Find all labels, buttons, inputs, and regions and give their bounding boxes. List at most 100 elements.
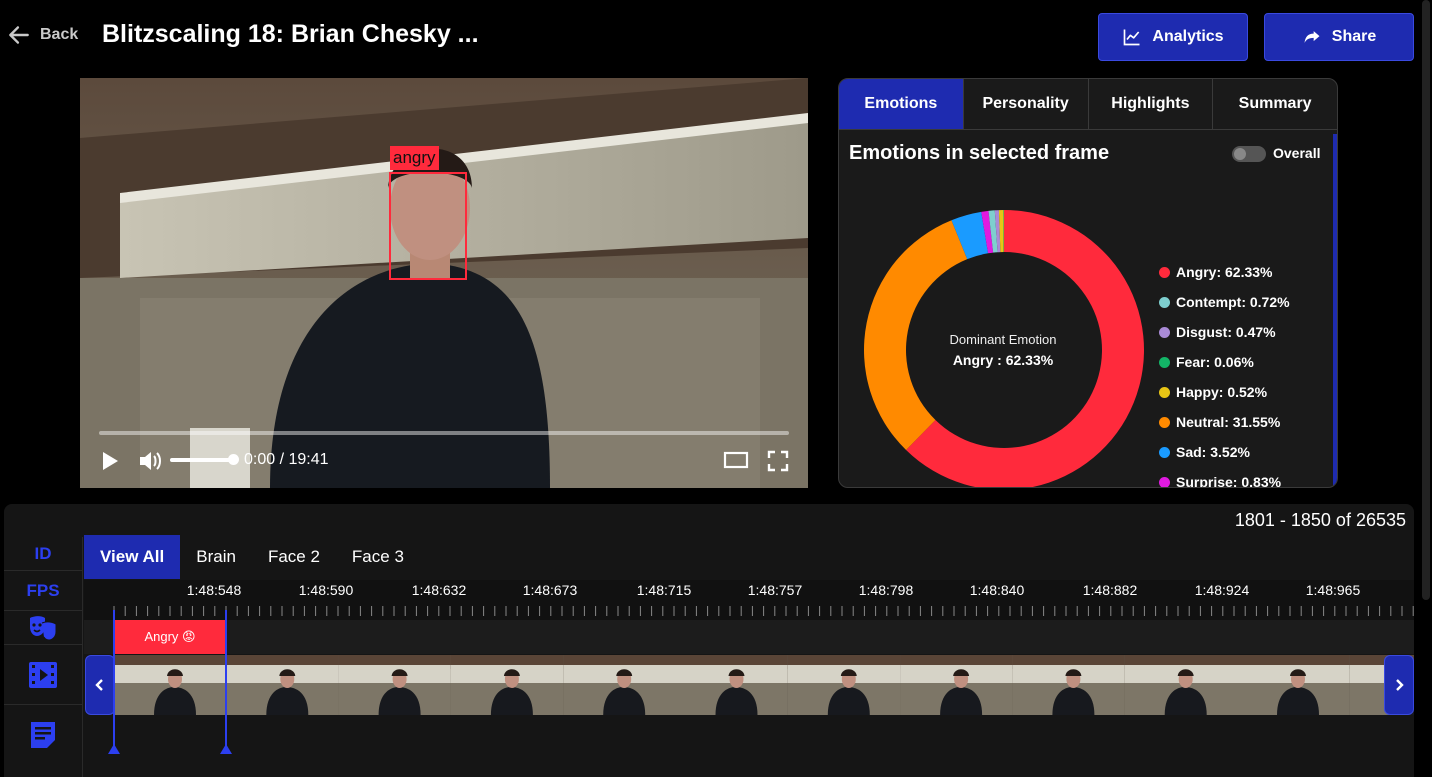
frames-prev-button[interactable] xyxy=(85,655,115,715)
emotion-row-button[interactable] xyxy=(4,611,82,645)
page-title: Blitzscaling 18: Brian Chesky ... xyxy=(102,20,479,48)
emotion-track: Angry 😡 xyxy=(84,620,1414,654)
legend-label: Fear: 0.06% xyxy=(1176,354,1254,370)
frame-thumbnail xyxy=(787,655,901,715)
range-start-handle[interactable] xyxy=(108,744,120,754)
overall-toggle-label: Overall xyxy=(1273,145,1321,161)
tick-label: 1:48:798 xyxy=(858,582,914,598)
notes-row-button[interactable] xyxy=(4,705,82,765)
frame-thumbnail xyxy=(226,655,339,715)
frames-row-button[interactable] xyxy=(4,645,82,705)
chevron-right-icon xyxy=(1396,679,1404,691)
legend-label: Surprise: 0.83% xyxy=(1176,474,1282,488)
time-ruler[interactable]: 1:48:548 1:48:590 1:48:632 1:48:673 1:48… xyxy=(84,580,1414,620)
back-label: Back xyxy=(40,26,79,43)
analysis-tabs: Emotions Personality Highlights Summary xyxy=(839,79,1337,130)
emotion-segment[interactable]: Angry 😡 xyxy=(114,620,226,654)
analytics-label: Analytics xyxy=(1152,28,1224,45)
frame-thumbnail xyxy=(1124,655,1237,715)
volume-slider[interactable] xyxy=(170,458,234,462)
legend-item-happy: Happy: 0.52% xyxy=(1159,377,1290,407)
back-button[interactable]: Back xyxy=(6,22,78,48)
volume-knob[interactable] xyxy=(228,454,239,465)
legend-item-angry: Angry: 62.33% xyxy=(1159,257,1290,287)
share-icon xyxy=(1304,31,1320,43)
tab-face-3[interactable]: Face 3 xyxy=(336,535,420,579)
notes-icon xyxy=(31,722,55,748)
analytics-button[interactable]: Analytics xyxy=(1098,13,1248,61)
tick-label: 1:48:924 xyxy=(1194,582,1250,598)
tab-personality[interactable]: Personality xyxy=(964,79,1089,129)
legend-item-neutral: Neutral: 31.55% xyxy=(1159,407,1290,437)
toggle-knob xyxy=(1234,148,1246,160)
play-icon[interactable] xyxy=(100,450,120,472)
range-end-handle[interactable] xyxy=(220,744,232,754)
volume-icon[interactable] xyxy=(138,450,162,472)
range-start-marker[interactable] xyxy=(113,610,115,750)
tick-label: 1:48:673 xyxy=(522,582,578,598)
legend-item-disgust: Disgust: 0.47% xyxy=(1159,317,1290,347)
tick-label: 1:48:882 xyxy=(1082,582,1138,598)
tab-view-all[interactable]: View All xyxy=(84,535,181,579)
legend-dot xyxy=(1159,386,1170,398)
arrow-left-icon xyxy=(9,26,29,44)
film-icon xyxy=(29,661,57,688)
share-button[interactable]: Share xyxy=(1264,13,1414,61)
legend-label: Contempt: 0.72% xyxy=(1176,294,1290,310)
pagination-info: 1801 - 1850 of 26535 xyxy=(1234,510,1406,530)
ruler-ticks xyxy=(113,606,1414,616)
id-button[interactable]: ID xyxy=(4,537,82,571)
tick-label: 1:48:840 xyxy=(969,582,1025,598)
range-end-marker[interactable] xyxy=(225,610,227,750)
timeline-tabs: View All Brain Face 2 Face 3 xyxy=(84,535,420,579)
tick-label: 1:48:590 xyxy=(298,582,354,598)
legend-dot xyxy=(1159,266,1170,278)
legend-label: Neutral: 31.55% xyxy=(1176,414,1281,430)
video-player[interactable]: angry 0:00 / 19:41 xyxy=(80,78,808,488)
panel-scrollbar[interactable] xyxy=(1333,134,1337,487)
panel-title: Emotions in selected frame xyxy=(849,142,1110,164)
dominant-emotion-label: Dominant Emotion xyxy=(949,332,1057,347)
legend-dot xyxy=(1159,326,1170,338)
legend-item-surprise: Surprise: 0.83% xyxy=(1159,467,1290,488)
fps-button[interactable]: FPS xyxy=(4,571,82,611)
frame-thumbnail xyxy=(1012,655,1125,715)
frame-thumbnails[interactable] xyxy=(84,655,1414,715)
legend-label: Happy: 0.52% xyxy=(1176,384,1268,400)
page-scrollbar[interactable] xyxy=(1422,0,1430,600)
fullscreen-icon[interactable] xyxy=(767,450,789,472)
tab-face-2[interactable]: Face 2 xyxy=(252,535,336,579)
video-frame xyxy=(80,78,808,488)
line-chart-icon xyxy=(1124,29,1140,46)
face-emotion-tag: angry xyxy=(390,146,439,170)
tick-label: 1:48:757 xyxy=(747,582,803,598)
legend-dot xyxy=(1159,416,1170,428)
video-time: 0:00 / 19:41 xyxy=(244,451,329,468)
chevron-left-icon xyxy=(95,679,103,691)
legend-label: Disgust: 0.47% xyxy=(1176,324,1276,340)
tab-brain[interactable]: Brain xyxy=(180,535,252,579)
tab-emotions[interactable]: Emotions xyxy=(839,79,964,129)
frames-next-button[interactable] xyxy=(1384,655,1414,715)
frame-thumbnail xyxy=(675,655,788,715)
tab-summary[interactable]: Summary xyxy=(1213,79,1337,129)
emotion-donut-chart xyxy=(864,210,1144,487)
legend-label: Sad: 3.52% xyxy=(1176,444,1250,460)
frame-thumbnail xyxy=(1237,655,1350,715)
legend-label: Angry: 62.33% xyxy=(1176,264,1273,280)
analysis-panel: Emotions Personality Highlights Summary … xyxy=(838,78,1338,488)
video-progress-bar[interactable] xyxy=(99,431,789,435)
frame-thumbnail xyxy=(338,655,451,715)
timeline-side-column: ID FPS xyxy=(4,537,83,777)
legend-dot xyxy=(1159,356,1170,368)
tab-highlights[interactable]: Highlights xyxy=(1089,79,1214,129)
tick-label: 1:48:715 xyxy=(636,582,692,598)
timeline-panel: 1801 - 1850 of 26535 ID FPS View All Bra… xyxy=(4,504,1414,777)
frame-thumbnail xyxy=(450,655,564,715)
theater-mode-icon[interactable] xyxy=(723,450,749,470)
legend-item-fear: Fear: 0.06% xyxy=(1159,347,1290,377)
overall-toggle[interactable] xyxy=(1232,146,1266,162)
dominant-emotion-value: Angry : 62.33% xyxy=(952,352,1054,368)
share-label: Share xyxy=(1331,28,1377,45)
tick-label: 1:48:965 xyxy=(1305,582,1361,598)
